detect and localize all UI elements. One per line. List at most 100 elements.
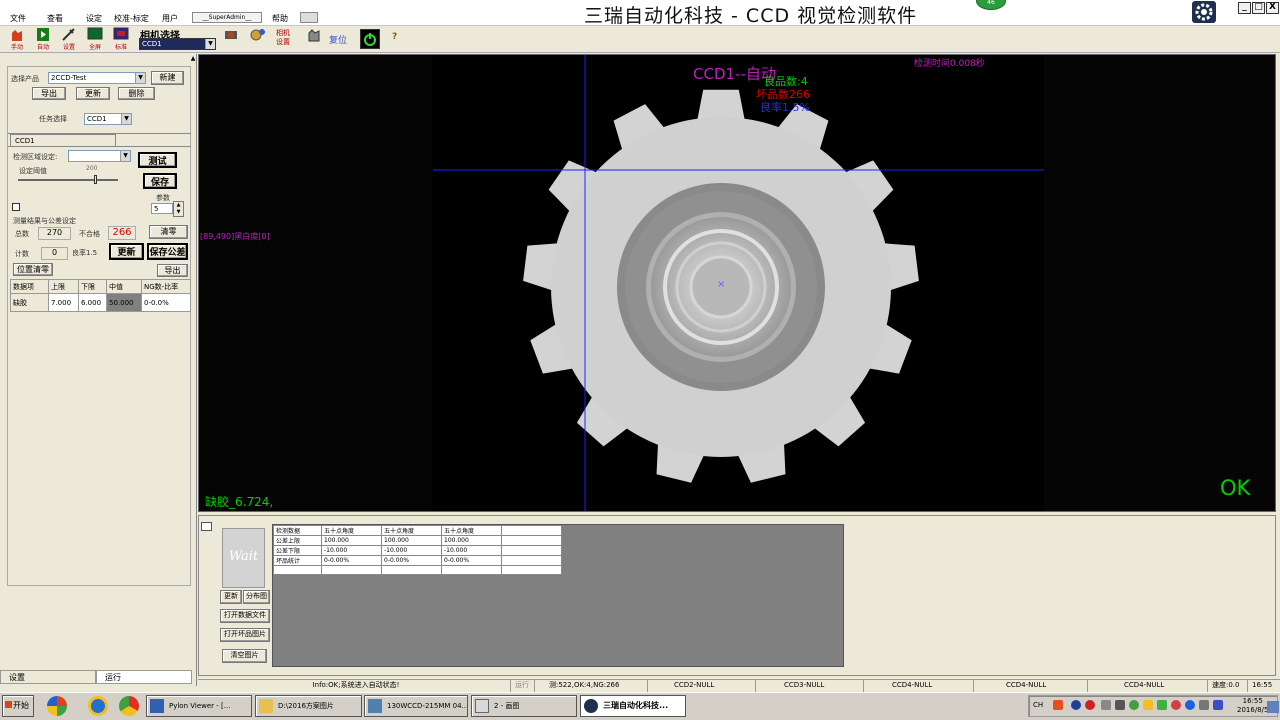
product-select[interactable]: 2CCD-Test ▼ [48,72,146,84]
minimize-button[interactable]: _ [1238,2,1251,14]
task-select[interactable]: CCD1 ▼ [84,113,132,125]
calibrate-button[interactable]: 标准 [109,27,133,51]
param-input[interactable]: 5 [151,203,173,214]
task-image-viewer[interactable]: 130WCCD-215MM 04... [364,695,468,717]
settings-button[interactable]: 设置 [57,27,81,51]
language-indicator[interactable]: CH [1033,701,1043,709]
window-icon[interactable] [201,522,212,531]
tab-settings[interactable]: 设置 [0,670,96,684]
save-tolerance-button[interactable]: 保存公差 [147,243,188,260]
count-label: 计数 [15,250,29,258]
chrome-icon[interactable] [119,696,139,716]
gears-button[interactable] [246,27,270,51]
task-paint[interactable]: 2 - 画图 [471,695,577,717]
save-button[interactable]: 保存 [143,173,177,189]
position-clear-button[interactable]: 位置清零 [13,263,53,276]
usb-tray-icon[interactable] [1199,700,1209,710]
menu-help[interactable]: 帮助 [272,13,288,24]
user-extra-field[interactable] [300,12,318,23]
start-button[interactable]: 开始 [2,695,34,717]
power-button[interactable] [360,29,380,49]
maximize-button[interactable]: □ [1252,2,1265,14]
table-header: 下限 [78,279,107,294]
param-stepper[interactable]: ▲ ▼ [173,201,184,217]
camera-select[interactable]: CCD1 ▼ [139,38,216,50]
wait-label: Wait [228,549,259,564]
table-cell: -10.000 [441,545,502,556]
table-cell[interactable]: 6.000 [78,293,107,312]
manual-button[interactable]: 手动 [5,27,29,51]
close-button[interactable]: X [1266,2,1279,14]
camera-view[interactable]: CCD1--自动 良品数:4 坏品数266 良率1.5% 检测时间0.008秒 … [198,54,1276,512]
windows-flag-icon[interactable] [47,696,67,716]
reset-button[interactable] [302,27,326,51]
clear-count-button[interactable]: 清零 [149,225,188,239]
task-vision-app[interactable]: 三瑞自动化科技... [580,695,686,717]
alert-tray-icon[interactable] [1085,700,1095,710]
distribution-button[interactable]: 分布图 [243,590,270,604]
reset-label[interactable]: 复位 [329,33,347,46]
table-cell: 五十点角度 [441,525,502,536]
menu-settings[interactable]: 设定 [86,13,102,24]
auto-button[interactable]: 自动 [31,27,55,51]
paint-icon [475,699,489,713]
export-button[interactable]: 导出 [32,87,66,100]
tab-run[interactable]: 运行 [96,670,192,684]
update-button[interactable]: 更新 [76,87,110,100]
open-bad-images-button[interactable]: 打开坏品图片 [220,628,270,642]
table-cell [441,565,502,575]
camera-icon-button[interactable] [220,27,244,51]
network-tray-icon[interactable] [1101,700,1111,710]
status-ccd4-a: CCD4-NULL [864,680,974,692]
camera-select-value: CCD1 [142,40,162,48]
tab-ccd1[interactable]: CCD1 [10,134,116,146]
ie-icon[interactable] [88,696,108,716]
manual-label: 手动 [10,44,23,51]
speaker-tray-icon[interactable] [1115,700,1125,710]
windows-logo-icon [5,701,12,708]
shield-tray-icon[interactable] [1129,700,1139,710]
update-tray-icon[interactable] [1143,700,1153,710]
display-tray-icon[interactable] [1213,700,1223,710]
toolbar: 手动 自动 设置 全屏 标准 相机选择 CCD1 ▼ 相机 设置 复位 ? [0,26,1280,53]
user-field[interactable]: __SuperAdmin__ [192,12,262,23]
fullscreen-button[interactable]: 全屏 [83,27,107,51]
play-icon [37,28,49,41]
pylon-icon [150,699,164,713]
clear-images-button[interactable]: 清空图片 [222,649,267,663]
total-value: 270 [38,227,71,240]
help-button[interactable]: ? [392,32,397,42]
task-pylon-viewer[interactable]: Pylon Viewer - [... [146,695,252,717]
task-folder[interactable]: D:\2016方案图片 [255,695,362,717]
menu-view[interactable]: 查看 [47,13,63,24]
menu-file[interactable]: 文件 [10,13,26,24]
delete-button[interactable]: 删除 [118,87,155,100]
threshold-slider-track[interactable] [18,179,118,181]
threshold-slider-thumb[interactable] [94,175,97,184]
count-value: 0 [41,247,68,260]
task-label: Pylon Viewer - [... [169,702,231,710]
tray-app-icon[interactable] [1053,700,1063,710]
region-select[interactable]: ▼ [68,150,131,162]
status-ccd4-b: CCD4-NULL [974,680,1088,692]
security-tray-icon[interactable] [1157,700,1167,710]
test-button[interactable]: 测试 [138,152,177,168]
checkbox[interactable] [12,203,20,211]
refresh-stats-button[interactable]: 更新 [220,590,242,604]
camera-settings-label[interactable]: 相机 设置 [276,29,290,47]
task-label: 三瑞自动化科技... [603,701,669,710]
refresh-button[interactable]: 更新 [109,243,144,260]
open-data-file-button[interactable]: 打开数据文件 [220,609,270,623]
table-cell[interactable]: 7.000 [48,293,79,312]
gears-icon [250,29,265,41]
new-product-button[interactable]: 新建 [151,71,184,85]
menu-calibration[interactable]: 校准-标定 [114,13,149,24]
bluetooth-icon[interactable] [1185,700,1195,710]
help-tray-icon[interactable] [1071,700,1081,710]
scroll-up-icon[interactable]: ▲ [189,55,197,63]
antivirus-tray-icon[interactable] [1171,700,1181,710]
show-desktop-icon[interactable] [1267,701,1279,713]
menu-user[interactable]: 用户 [162,13,178,24]
export-results-button[interactable]: 导出 [157,264,188,277]
table-cell[interactable]: 50.000 [106,293,142,312]
